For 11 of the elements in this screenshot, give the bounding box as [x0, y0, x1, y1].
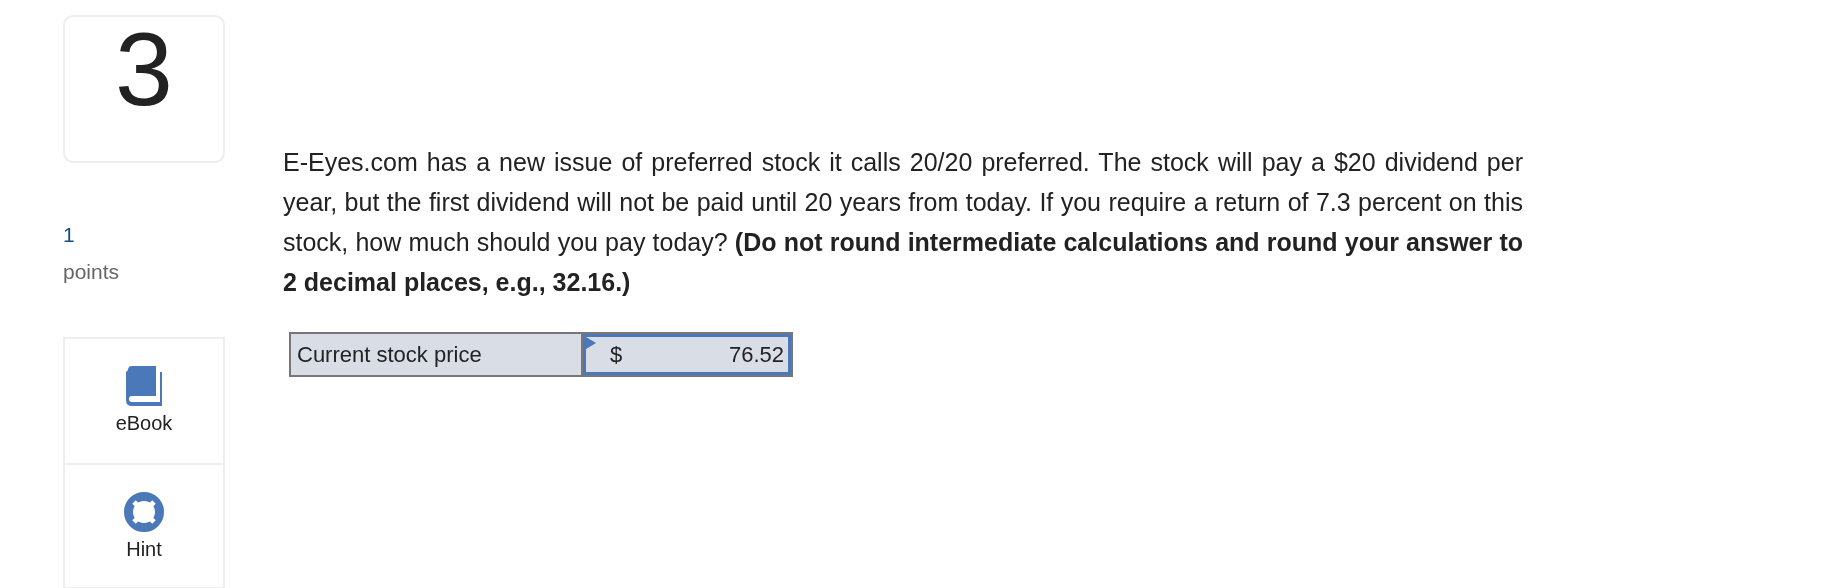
tool-button[interactable]: eBook: [65, 339, 223, 463]
question-number: 3: [63, 15, 225, 163]
lifebuoy-icon: [124, 492, 164, 532]
tool-button[interactable]: Hint: [65, 463, 223, 587]
points-label: points: [63, 259, 120, 285]
table-cell: Current stock price: [291, 334, 583, 375]
points-value: 1: [63, 222, 75, 248]
book-icon: [126, 366, 162, 406]
answer-field[interactable]: $ 76.52: [583, 334, 791, 375]
corner-marker-icon: [586, 337, 596, 349]
question-text: E-Eyes.com has a new issue of preferred stock it calls 20/20 preferred. The stock will pay a $20 dividend per year, but the first dividend will not be paid until 20 years from today. If you require a return of 7.3 percent on this stock, how much should you pay today? (Do not round intermediate calculations and round your answer to 2 decimal places, e.g., 32.16.): [283, 147, 1523, 298]
